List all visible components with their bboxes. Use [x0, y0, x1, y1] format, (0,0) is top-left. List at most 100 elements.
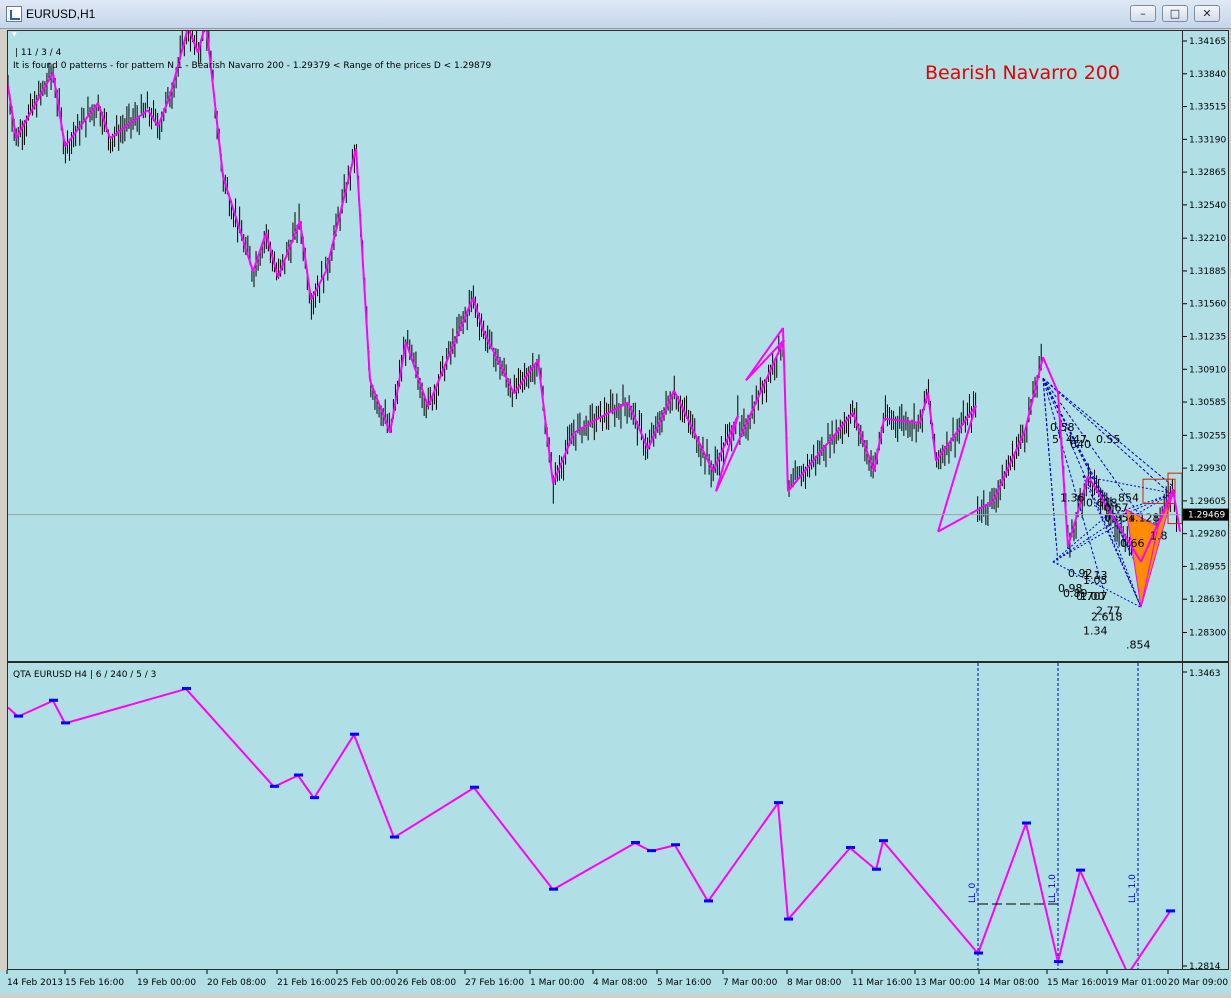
price-chart-svg: 0.585 447640 0.551.36 0.6180.678541.1280.85…: [8, 31, 1182, 652]
pivot-marker: [1054, 960, 1063, 964]
zigzag-segment: [992, 430, 1026, 502]
indicator-panel[interactable]: LL_0 LL_1.0 LL_1.0 QTA EURUSD H4 | 6 / 240…: [7, 662, 1183, 970]
qta-zigzag-line: [8, 686, 1175, 969]
qta-segment: [353, 734, 395, 838]
price-tick-label: 1.30910: [1189, 365, 1226, 375]
fib-ratio-label: 1.34: [1083, 625, 1108, 638]
zigzag-segment: [1067, 475, 1089, 548]
zigzag-segment: [627, 402, 649, 450]
qta-segment: [977, 823, 1027, 954]
price-bars: [8, 31, 1177, 581]
fib-ratio-label: 0.58: [1050, 421, 1075, 434]
time-tick-label: 14 Mar 08:00: [979, 978, 1039, 988]
price-tick-label: 1.31885: [1189, 267, 1226, 277]
pivot-marker: [784, 917, 793, 921]
zigzag-segment: [935, 404, 977, 462]
pivot-marker: [350, 732, 359, 736]
price-tick-label: 1.30255: [1189, 431, 1226, 441]
vertical-markers: LL_0 LL_1.0 LL_1.0: [968, 663, 1139, 969]
qta-segment: [777, 803, 789, 920]
price-axis[interactable]: 1.34165 1.33840 1.33515 1.33190 1.32865 1.325…: [1183, 30, 1229, 662]
close-button[interactable]: ✕: [1194, 5, 1220, 22]
pivot-marker: [49, 698, 58, 702]
time-tick-label: 11 Mar 16:00: [852, 978, 912, 988]
pivot-marker: [182, 686, 191, 690]
pivot-marker: [470, 785, 479, 789]
price-tick-label: 1.28300: [1189, 629, 1226, 639]
price-tick-label: 1.29280: [1189, 530, 1226, 540]
zigzag-segment: [715, 339, 785, 492]
pivot-marker: [774, 801, 783, 805]
pivot-marker: [310, 796, 319, 800]
time-tick-label: 20 Feb 08:00: [207, 978, 266, 988]
qta-segment: [473, 787, 554, 891]
pivot-marker: [846, 845, 855, 849]
vertical-marker-label: LL_0: [968, 882, 978, 903]
time-tick-label: 21 Feb 16:00: [277, 978, 336, 988]
pivot-marker: [647, 849, 656, 853]
price-tick-label: 1.33190: [1189, 135, 1226, 145]
qta-segment: [707, 802, 779, 903]
zigzag-segment: [369, 380, 391, 434]
qta-segment: [52, 700, 66, 724]
price-axis-svg: 1.34165 1.33840 1.33515 1.33190 1.32865 1.325…: [1183, 37, 1229, 639]
zigzag-segment: [389, 341, 407, 433]
zigzag-segment: [15, 72, 54, 139]
zigzag-segment: [277, 220, 301, 278]
current-price-label: 1.29469: [1188, 511, 1225, 521]
pivot-marker: [879, 839, 888, 843]
qta-segment: [674, 844, 709, 902]
zigzag-segment: [325, 148, 357, 272]
time-tick-label: 15 Feb 16:00: [65, 978, 124, 988]
pivot-marker: [390, 835, 399, 839]
zigzag-segment: [873, 418, 885, 472]
collapse-arrow-icon[interactable]: ▾: [12, 31, 17, 40]
indicator-svg: LL_0 LL_1.0 LL_1.0 QTA EURUSD H4 | 6 / 240…: [8, 663, 1175, 969]
zigzag-segment: [52, 72, 66, 147]
pivot-marker: [704, 899, 713, 903]
price-tick-label: 1.28630: [1189, 595, 1226, 605]
fib-ratio-label: 0.854: [1104, 512, 1136, 525]
pivot-marker: [270, 784, 279, 788]
fib-ratio-label: 1.00: [1080, 590, 1105, 603]
pattern-ratio-line: [1052, 516, 1107, 563]
pivot-marker: [671, 843, 680, 847]
qta-segment: [849, 847, 877, 871]
zigzag-segment: [927, 392, 937, 462]
zigzag-segment: [537, 360, 554, 484]
maximize-button[interactable]: □: [1162, 5, 1188, 22]
fib-ratio-label: 1.36: [1060, 491, 1085, 504]
time-tick-label: 14 Feb 2013: [7, 978, 63, 988]
zigzag-segment: [222, 176, 254, 272]
price-tick-label: 1.29605: [1189, 497, 1226, 507]
fib-ratio-label: 5: [1052, 433, 1059, 446]
minimize-button[interactable]: –: [1130, 5, 1156, 22]
indicator-scale-top: 1.3463: [1189, 669, 1221, 679]
pivot-marker: [872, 867, 881, 871]
time-axis[interactable]: 14 Feb 2013 15 Feb 16:00 19 Feb 00:00 20 Fe…: [0, 970, 1231, 994]
qta-segment: [875, 840, 884, 870]
time-tick-label: 15 Mar 16:00: [1047, 978, 1107, 988]
zigzag-segment: [157, 95, 171, 127]
zigzag-segment: [787, 412, 854, 492]
qta-segment: [552, 842, 636, 891]
qta-segment: [393, 786, 475, 839]
indicator-params: | 11 / 3 / 4: [15, 48, 62, 58]
pattern-status-text: It is found 0 patterns - for pattern N 1…: [13, 61, 492, 71]
pivot-marker: [294, 773, 303, 777]
pivot-marker: [61, 721, 70, 725]
zigzag-segment: [427, 297, 474, 407]
zigzag-segment: [482, 329, 515, 394]
time-tick-label: 26 Feb 08:00: [397, 978, 456, 988]
fib-ratio-label: 854: [1118, 491, 1139, 504]
main-chart-panel[interactable]: 0.58 5 447 640 0.55 1.36 0.618 0.67 854 1.128 0.85…: [7, 30, 1183, 662]
pivot-marker: [549, 887, 558, 891]
pivot-marker: [14, 714, 23, 718]
vertical-marker-label: LL_1.0: [1048, 874, 1058, 903]
indicator-axis-svg: 1.3463 1.2814: [1183, 669, 1221, 972]
zigzag-segment: [405, 341, 429, 407]
qta-segment: [787, 847, 851, 921]
time-tick-label: 5 Mar 16:00: [657, 978, 712, 988]
pivot-marker: [1166, 909, 1175, 913]
price-tick-label: 1.31560: [1189, 300, 1226, 310]
